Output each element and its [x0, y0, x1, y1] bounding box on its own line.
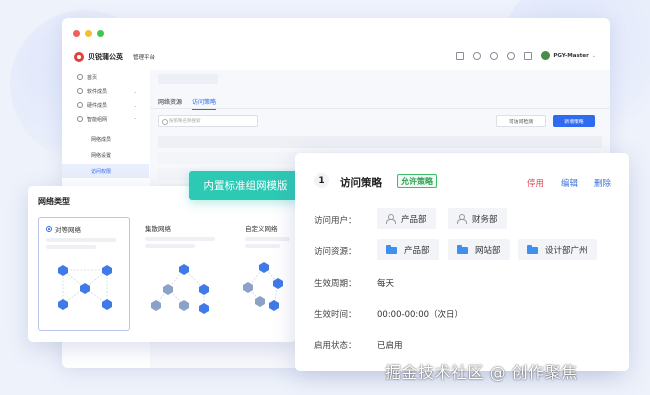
software-icon	[77, 88, 83, 94]
chip-label: 产品部	[401, 214, 427, 225]
time-value: 00:00-00:00（次日）	[377, 310, 464, 320]
user-icon	[457, 214, 467, 224]
search-input[interactable]: 按策略名称搜索	[158, 115, 258, 127]
status-badge: 允许策略	[397, 174, 437, 188]
user-chip: 财务部	[448, 208, 507, 229]
window-controls	[73, 30, 104, 37]
policy-number: 1	[314, 173, 329, 188]
builtin-template-tag: 内置标准组网模版	[189, 171, 302, 200]
chevron-up-icon: ⌃	[133, 116, 137, 122]
bell-icon[interactable]	[507, 52, 515, 60]
option-description	[145, 244, 195, 248]
policy-card: 1 访问策略 允许策略 停用 编辑 删除 访问用户： 产品部 财务部 访问资源：…	[295, 153, 629, 371]
option-description	[46, 245, 96, 249]
user-name: PGY-Master	[553, 52, 589, 59]
sidebar-item-label: 网络设置	[91, 152, 112, 159]
logo-subtitle: 管理平台	[133, 55, 156, 61]
sidebar-item-label: 访问权限	[91, 168, 112, 175]
users-label: 访问用户：	[314, 216, 357, 226]
distributed-network-diagram	[151, 264, 209, 314]
sidebar-subitem-network-members[interactable]: 网络成员	[62, 132, 149, 146]
network-option-label: 集散网络	[145, 223, 171, 233]
chevron-down-icon: ⌄	[133, 88, 137, 94]
edit-button[interactable]: 编辑	[561, 177, 578, 189]
minimize-window-button[interactable]	[85, 30, 92, 37]
sidebar-item-label: 首页	[87, 74, 98, 81]
home-icon	[77, 74, 83, 80]
policy-title: 访问策略	[340, 177, 382, 189]
breadcrumb	[158, 74, 218, 84]
delete-button[interactable]: 删除	[594, 177, 611, 189]
network-option-distributed[interactable]: 集散网络	[138, 217, 230, 331]
top-bar: 贝锐蒲公英 管理平台 PGY-Master ⌄	[62, 48, 610, 70]
resource-chip: 网站部	[448, 239, 510, 260]
add-policy-button[interactable]: 新增策略	[553, 115, 595, 127]
status-value: 已启用	[377, 341, 403, 351]
sidebar-subitem-access-permission[interactable]: 访问权限	[62, 164, 149, 178]
option-text: 集散网络	[145, 225, 171, 233]
sidebar-item-label: 硬件成员	[87, 102, 108, 109]
chip-label: 设计部广州	[545, 245, 588, 256]
resources-label: 访问资源：	[314, 247, 357, 257]
user-menu[interactable]: PGY-Master ⌄	[541, 51, 596, 60]
option-text: 自定义网络	[245, 225, 278, 233]
avatar	[541, 51, 551, 60]
network-option-label: 自定义网络	[245, 223, 278, 233]
logo-text: 贝锐蒲公英	[88, 53, 123, 61]
user-chip: 产品部	[377, 208, 436, 229]
time-label: 生效时间：	[314, 310, 357, 320]
table-header	[158, 136, 602, 148]
apps-grid-icon[interactable]	[524, 52, 532, 60]
sidebar-item-hardware-members[interactable]: 硬件成员 ⌄	[62, 98, 149, 112]
sidebar-item-home[interactable]: 首页	[62, 70, 149, 84]
download-icon[interactable]	[456, 52, 464, 60]
access-check-button[interactable]: 可访问检测	[496, 115, 546, 127]
network-option-label: 对等网络	[46, 224, 81, 234]
folder-icon	[457, 245, 468, 254]
top-toolbar	[456, 52, 532, 60]
watermark: 掘金技术社区 @ 创作聚焦	[385, 363, 578, 382]
network-type-card: 网络类型 对等网络 集散网络 自定义网络	[28, 186, 296, 342]
sidebar-item-label: 网络成员	[91, 136, 112, 143]
tab-divider	[150, 108, 610, 109]
chip-label: 产品部	[404, 245, 430, 256]
disable-button[interactable]: 停用	[527, 177, 544, 189]
option-text: 对等网络	[55, 226, 81, 234]
sidebar-item-label: 软件成员	[87, 88, 108, 95]
network-type-title: 网络类型	[38, 197, 70, 206]
status-label: 启用状态：	[314, 341, 357, 351]
chevron-down-icon: ⌄	[591, 52, 596, 59]
resource-chip: 产品部	[377, 239, 439, 260]
chevron-down-icon: ⌄	[133, 102, 137, 108]
chip-label: 网站部	[475, 245, 501, 256]
network-option-custom[interactable]: 自定义网络	[238, 217, 296, 331]
period-value: 每天	[377, 279, 395, 289]
peer-network-diagram	[58, 265, 112, 310]
folder-icon	[527, 245, 538, 254]
custom-network-diagram	[243, 262, 283, 311]
maximize-window-button[interactable]	[97, 30, 104, 37]
logo-icon	[74, 52, 84, 62]
sidebar-item-software-members[interactable]: 软件成员 ⌄	[62, 84, 149, 98]
user-icon	[386, 214, 396, 224]
period-label: 生效周期：	[314, 279, 357, 289]
hardware-icon	[77, 102, 83, 108]
sidebar-subitem-network-settings[interactable]: 网络设置	[62, 148, 149, 162]
sidebar-item-label: 智能组网	[87, 116, 108, 123]
logo[interactable]: 贝锐蒲公英 管理平台	[74, 52, 155, 62]
help-icon[interactable]	[490, 52, 498, 60]
close-window-button[interactable]	[73, 30, 80, 37]
radio-selected-icon	[46, 226, 52, 232]
network-icon	[77, 116, 83, 122]
refresh-icon[interactable]	[473, 52, 481, 60]
network-option-peer[interactable]: 对等网络	[38, 217, 130, 331]
folder-icon	[386, 245, 397, 254]
resource-chip: 设计部广州	[518, 239, 597, 260]
option-description	[46, 238, 116, 242]
chip-label: 财务部	[472, 214, 498, 225]
sidebar-item-smart-network[interactable]: 智能组网 ⌃	[62, 112, 149, 126]
option-description	[145, 237, 215, 241]
option-description	[245, 237, 290, 241]
option-description	[245, 244, 280, 248]
